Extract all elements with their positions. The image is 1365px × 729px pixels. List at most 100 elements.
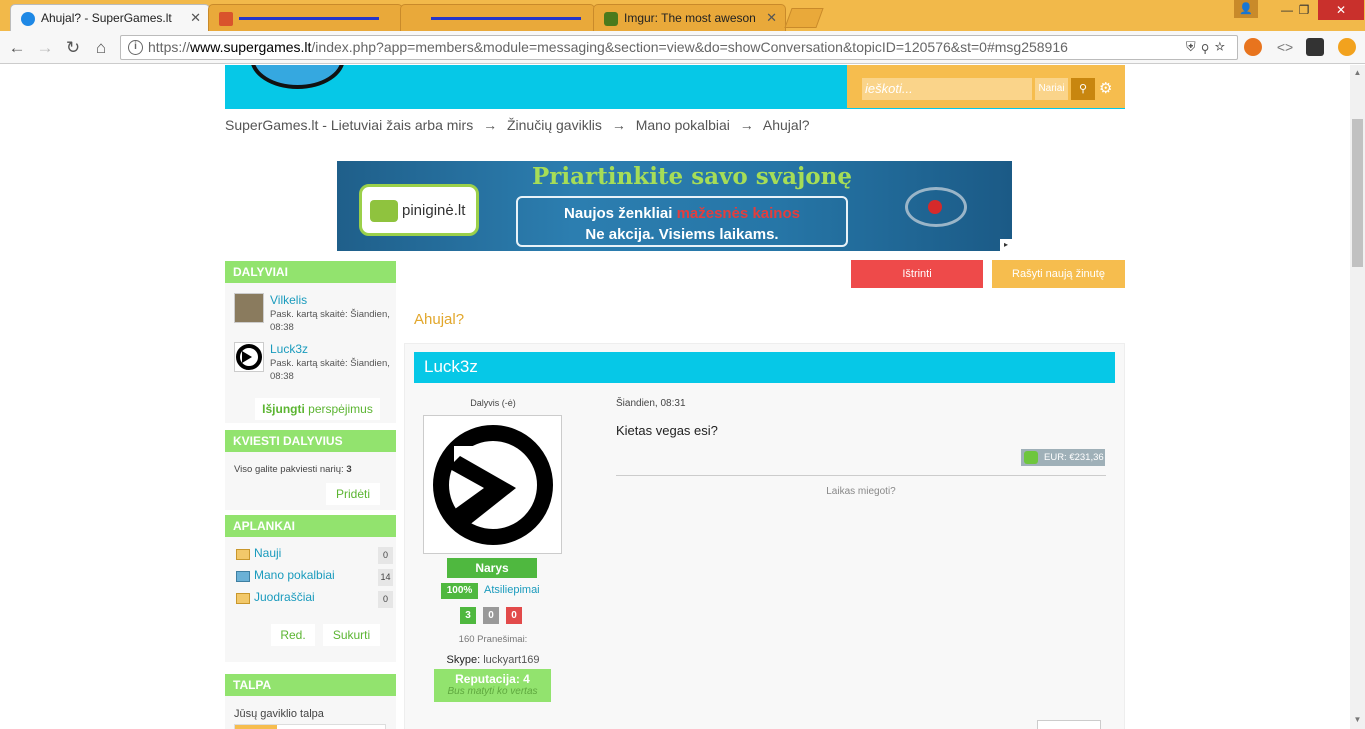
browser-tab-3[interactable] — [400, 4, 595, 31]
header-search: ieškoti... Nariai ⚲ ⚙ — [847, 65, 1125, 108]
banner-offer: Naujos ženkliai mažesnės kainos Ne akcij… — [516, 196, 848, 247]
gear-icon[interactable]: ⚙ — [1099, 79, 1112, 97]
back-icon[interactable]: ← — [6, 37, 28, 59]
folder-item[interactable]: Juodraščiai 0 — [236, 590, 396, 608]
folder-count: 0 — [378, 591, 393, 608]
post-body: Kietas vegas esi? — [616, 423, 718, 438]
post-action-button[interactable] — [1037, 720, 1101, 729]
restore-icon[interactable]: ❐ — [1289, 0, 1319, 20]
avatar[interactable] — [234, 342, 264, 372]
bookmark-star-icon[interactable]: ☆ — [1215, 39, 1231, 54]
invite-count: 3 — [346, 464, 352, 475]
page-info-icon[interactable]: i — [128, 40, 143, 55]
avatar[interactable] — [234, 293, 264, 323]
folder-drafts-icon — [236, 593, 250, 604]
post-date: Šiandien, 08:31 — [616, 398, 686, 409]
header-divider — [225, 108, 1125, 109]
address-bar[interactable]: i https://www.supergames.lt/index.php?ap… — [120, 35, 1238, 60]
wallet-icon — [370, 200, 398, 222]
participant-name[interactable]: Luck3z — [270, 342, 308, 356]
target-icon — [905, 187, 967, 227]
breadcrumb-messenger[interactable]: Žinučių gaviklis — [507, 117, 602, 133]
scrollbar-thumb[interactable] — [1352, 119, 1363, 267]
luck3z-logo-icon — [433, 425, 553, 545]
reload-icon[interactable]: ↻ — [62, 37, 84, 59]
balance-value: EUR: €231,36 — [1044, 452, 1104, 463]
extension-mask-icon[interactable] — [1306, 38, 1324, 56]
breadcrumb-arrow: → — [739, 117, 754, 133]
browser-tab-2[interactable] — [208, 4, 403, 31]
balance-badge: EUR: €231,36 — [1021, 449, 1105, 466]
folder-item[interactable]: Mano pokalbiai 14 — [236, 568, 396, 586]
new-tab-button[interactable] — [784, 8, 824, 28]
search-scope[interactable]: Nariai — [1035, 78, 1068, 100]
signature-divider — [616, 475, 1106, 476]
participants-heading: DALYVIAI — [225, 261, 396, 283]
folder-name[interactable]: Mano pokalbiai — [254, 568, 335, 582]
folder-new-icon — [236, 549, 250, 560]
post-author-header[interactable]: Luck3z — [414, 352, 1115, 383]
ad-choices-icon[interactable]: ▸ — [1000, 239, 1012, 251]
home-icon[interactable]: ⌂ — [90, 37, 112, 59]
profile-icon[interactable]: 👤 — [1234, 0, 1258, 18]
breadcrumb-arrow: → — [611, 117, 626, 133]
folder-name[interactable]: Nauji — [254, 546, 281, 560]
breadcrumb-current: Ahujal? — [762, 117, 810, 133]
reputation-box: Reputacija: 4 Bus matyti ko vertas — [434, 669, 551, 702]
page-viewport: ieškoti... Nariai ⚲ ⚙ SuperGames.lt - Li… — [0, 65, 1350, 729]
author-role: Dalyvis (-ė) — [470, 398, 516, 408]
ad-banner[interactable]: piniginė.lt Priartinkite savo svajonę Na… — [337, 161, 1012, 251]
tab-title: Ahujal? - SuperGames.lt — [41, 11, 172, 25]
zoom-icon[interactable]: ⚲ — [1202, 39, 1215, 54]
folder-name[interactable]: Juodraščiai — [254, 590, 315, 604]
search-icon[interactable]: ⚲ — [1071, 78, 1095, 100]
storage-text: Jūsų gaviklio talpa — [234, 708, 324, 720]
storage-bar-fill — [235, 725, 277, 729]
folder-count: 14 — [378, 569, 393, 586]
author-avatar[interactable] — [423, 415, 562, 554]
edit-folders-button[interactable]: Red. — [271, 624, 315, 646]
post-count: 160 Pranešimai: — [458, 634, 528, 645]
browser-tab-imgur[interactable]: Imgur: The most aweson ✕ — [593, 4, 786, 31]
reputation-value: Reputacija: 4 — [455, 672, 530, 686]
chrome-menu-icon[interactable] — [1338, 38, 1356, 56]
window-close-icon[interactable]: ✕ — [1318, 0, 1364, 20]
extension-code-icon[interactable]: <> — [1276, 38, 1294, 56]
tab-favicon-icon — [219, 12, 233, 26]
storage-bar — [234, 724, 386, 729]
participant-name[interactable]: Vilkelis — [270, 293, 307, 307]
invite-text: Viso galite pakviesti narių: 3 — [234, 464, 352, 475]
feedback-positive: 3 — [460, 607, 476, 624]
disable-notifications-button[interactable]: Išjungti perspėjimus — [255, 398, 380, 420]
tab-close-icon[interactable]: ✕ — [766, 10, 777, 26]
money-icon — [1024, 451, 1038, 464]
participant-last-read: Pask. kartą skaitė: Šiandien, 08:38 — [270, 309, 390, 333]
breadcrumb-home[interactable]: SuperGames.lt - Lietuviai žais arba mirs — [225, 117, 473, 133]
folder-item[interactable]: Nauji 0 — [236, 546, 396, 564]
browser-toolbar: ← → ↻ ⌂ i https://www.supergames.lt/inde… — [0, 31, 1365, 64]
create-folder-button[interactable]: Sukurti — [323, 624, 380, 646]
new-message-button[interactable]: Rašyti naują žinutę — [992, 260, 1125, 288]
breadcrumb-conversations[interactable]: Mano pokalbiai — [636, 117, 730, 133]
scroll-up-icon[interactable]: ▲ — [1350, 68, 1365, 77]
tab-close-icon[interactable]: ✕ — [190, 10, 201, 26]
site-header — [225, 65, 847, 108]
skype-info: Skype: luckyart169 — [423, 654, 563, 666]
browser-tab-active[interactable]: Ahujal? - SuperGames.lt ✕ — [10, 4, 210, 31]
storage-box: Jūsų gaviklio talpa — [225, 696, 396, 729]
forward-icon[interactable]: → — [34, 37, 56, 59]
feedback-link[interactable]: Atsiliepimai — [484, 584, 540, 596]
redacted-scribble — [239, 17, 379, 21]
site-logo[interactable] — [250, 65, 345, 89]
banner-line1-highlight: mažesnės kainos — [676, 205, 800, 222]
add-participant-button[interactable]: Pridėti — [326, 483, 380, 505]
page-scrollbar[interactable]: ▲ ▼ — [1350, 65, 1365, 729]
blocked-icon[interactable]: ⛨ — [1186, 39, 1202, 54]
search-input[interactable]: ieškoti... — [862, 78, 1032, 100]
participants-box: Vilkelis Pask. kartą skaitė: Šiandien, 0… — [225, 283, 396, 423]
banner-logo: piniginė.lt — [359, 184, 479, 236]
scroll-down-icon[interactable]: ▼ — [1350, 715, 1365, 724]
folders-heading: APLANKAI — [225, 515, 396, 537]
delete-conversation-button[interactable]: Ištrinti — [851, 260, 983, 288]
extension-firefox-icon[interactable] — [1244, 38, 1262, 56]
